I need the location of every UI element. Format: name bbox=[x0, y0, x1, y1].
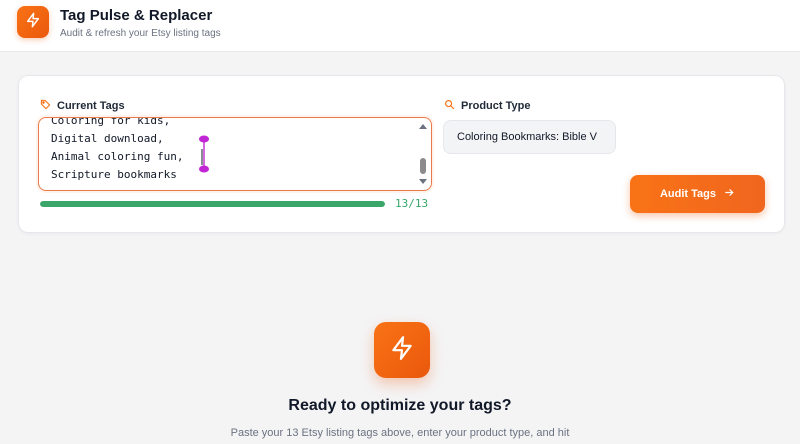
current-tags-label-text: Current Tags bbox=[57, 100, 125, 112]
tag-count-progress bbox=[40, 201, 385, 207]
empty-state-icon bbox=[374, 322, 430, 378]
textarea-scrollbar[interactable] bbox=[418, 122, 428, 186]
lightning-icon bbox=[389, 335, 415, 366]
app-subtitle: Audit & refresh your Etsy listing tags bbox=[60, 28, 221, 39]
tag-icon bbox=[40, 99, 51, 113]
lightning-icon bbox=[25, 12, 41, 33]
tag-line: Scripture bookmarks bbox=[51, 168, 177, 181]
product-type-label-text: Product Type bbox=[461, 100, 531, 112]
app-title: Tag Pulse & Replacer bbox=[60, 7, 213, 24]
tag-lines: Coloring for kids, Digital download, Ani… bbox=[51, 117, 184, 184]
arrow-right-icon bbox=[724, 187, 735, 201]
tag-line: Digital download, bbox=[51, 132, 164, 145]
product-type-label: Product Type bbox=[444, 99, 530, 113]
tag-count-progress-fill bbox=[40, 201, 385, 207]
tag-audit-card: Current Tags Product Type Coloring for k… bbox=[18, 75, 785, 233]
text-selection-handle[interactable] bbox=[198, 135, 210, 175]
tag-count: 13/13 bbox=[395, 197, 429, 210]
audit-tags-button[interactable]: Audit Tags bbox=[630, 175, 765, 213]
tag-line: Animal coloring fun, bbox=[51, 150, 184, 163]
empty-state-description: Paste your 13 Etsy listing tags above, e… bbox=[230, 427, 570, 439]
tag-line: Coloring for kids, bbox=[51, 117, 171, 127]
audit-tags-button-label: Audit Tags bbox=[659, 188, 716, 200]
scroll-down-arrow-icon[interactable] bbox=[419, 179, 427, 184]
scroll-up-arrow-icon[interactable] bbox=[419, 124, 427, 129]
search-icon bbox=[444, 99, 455, 113]
scrollbar-thumb[interactable] bbox=[420, 158, 426, 174]
app-logo bbox=[17, 6, 49, 38]
empty-state-title: Ready to optimize your tags? bbox=[288, 397, 512, 414]
current-tags-label: Current Tags bbox=[40, 99, 125, 113]
current-tags-textarea[interactable]: Coloring for kids, Digital download, Ani… bbox=[38, 117, 432, 191]
app-header: Tag Pulse & Replacer Audit & refresh you… bbox=[0, 0, 800, 52]
product-type-input[interactable]: Coloring Bookmarks: Bible V bbox=[443, 120, 616, 154]
